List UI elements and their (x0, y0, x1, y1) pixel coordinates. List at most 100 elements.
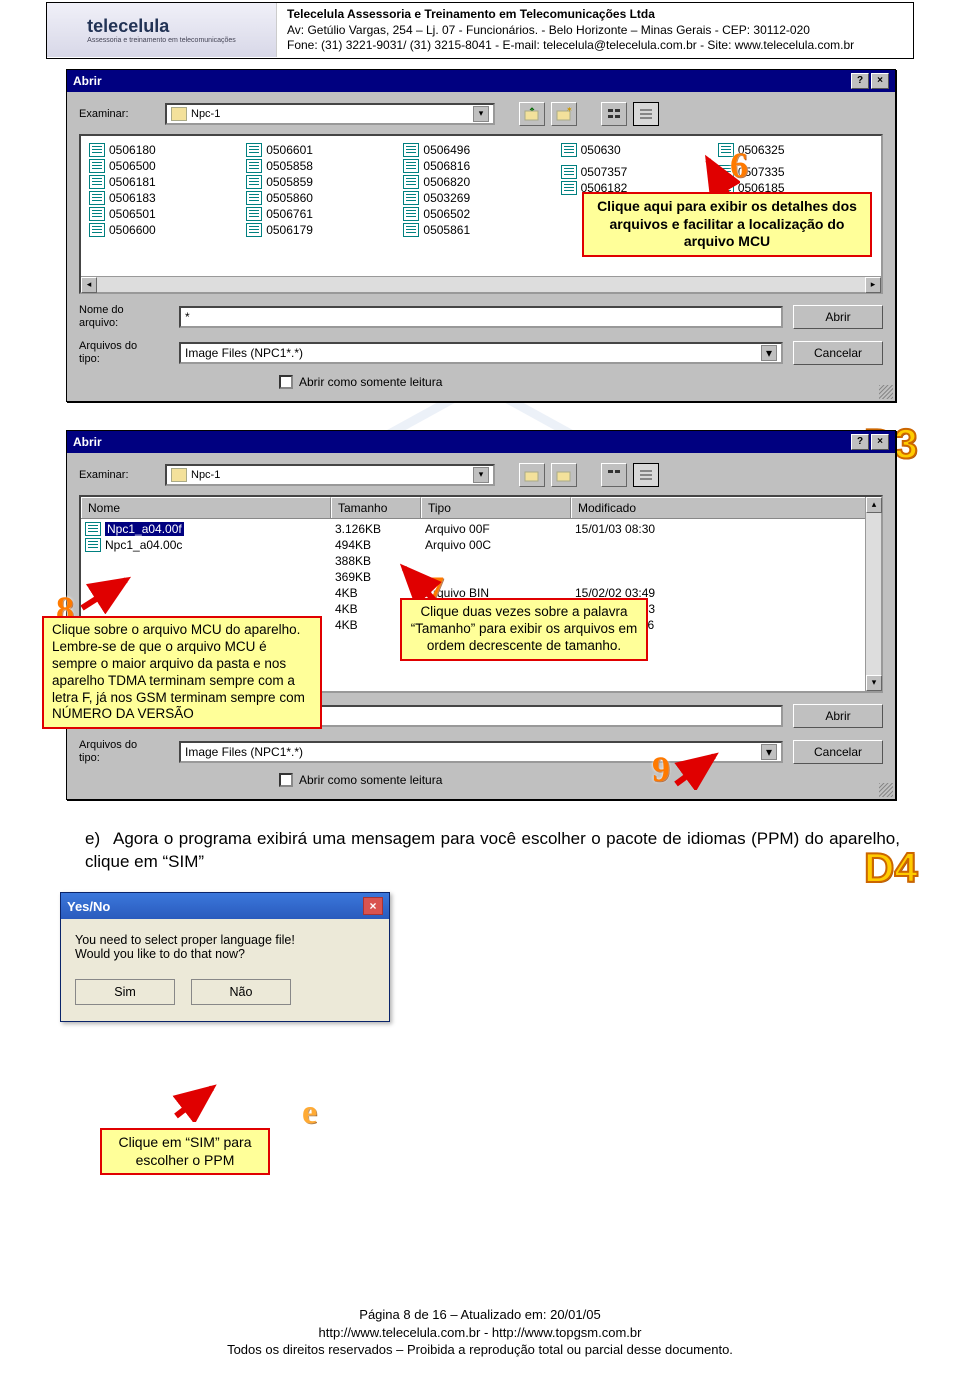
scroll-down[interactable]: ▾ (866, 675, 882, 691)
details-view-button[interactable] (633, 102, 659, 126)
folder-combo[interactable]: Npc-1 ▾ (165, 103, 495, 125)
file-name: 0506179 (266, 223, 313, 237)
scroll-right[interactable]: ▸ (865, 277, 881, 293)
column-headers[interactable]: Nome Tamanho Tipo Modificado (81, 497, 881, 519)
file-icon (89, 191, 105, 205)
file-item[interactable]: 0503269 (403, 190, 558, 206)
file-icon (403, 159, 419, 173)
file-item[interactable]: 0506600 (89, 222, 244, 238)
col-type[interactable]: Tipo (421, 497, 571, 518)
file-icon (403, 175, 419, 189)
list-view-button[interactable] (601, 463, 627, 487)
file-name: 0505860 (266, 191, 313, 205)
file-item[interactable]: 0506496 (403, 142, 558, 158)
folder-icon (171, 107, 187, 121)
table-row[interactable]: Npc1_a04.00c494KBArquivo 00C (85, 537, 877, 553)
file-icon (85, 522, 101, 536)
logo-text: telecelula (87, 16, 169, 36)
file-item[interactable]: 0505858 (246, 158, 401, 174)
up-folder-button[interactable] (519, 102, 545, 126)
file-item[interactable]: 050630 (561, 142, 716, 158)
file-item[interactable]: 0506502 (403, 206, 558, 222)
help-button[interactable]: ? (851, 73, 869, 89)
close-button[interactable]: × (363, 897, 383, 915)
file-name: 0506502 (423, 207, 470, 221)
close-button[interactable]: × (871, 434, 889, 450)
file-item[interactable]: 0506601 (246, 142, 401, 158)
table-row[interactable]: 369KB (85, 569, 877, 585)
scroll-up[interactable]: ▴ (866, 497, 882, 513)
company-contact: Fone: (31) 3221-9031/ (31) 3215-8041 - E… (287, 38, 854, 54)
file-icon (246, 159, 262, 173)
open-button[interactable]: Abrir (793, 305, 883, 329)
file-item[interactable]: 0506501 (89, 206, 244, 222)
new-folder-button[interactable] (551, 463, 577, 487)
file-item[interactable]: 0506761 (246, 206, 401, 222)
close-button[interactable]: × (871, 73, 889, 89)
file-name: 0505861 (423, 223, 470, 237)
details-view-button[interactable] (633, 463, 659, 487)
filetype-combo[interactable]: Image Files (NPC1*.*)▾ (179, 342, 783, 364)
col-size[interactable]: Tamanho (331, 497, 421, 518)
examine-label: Examinar: (79, 108, 159, 120)
cancel-button[interactable]: Cancelar (793, 341, 883, 365)
file-item[interactable]: 0506816 (403, 158, 558, 174)
file-name: 0505858 (266, 159, 313, 173)
chevron-down-icon[interactable]: ▾ (473, 467, 489, 483)
folder-combo[interactable]: Npc-1 ▾ (165, 464, 495, 486)
file-item[interactable]: 0506820 (403, 174, 558, 190)
logo-subtext: Assessoria e treinamento em telecomunica… (87, 37, 236, 44)
file-name: Npc1_a04.00f (105, 522, 184, 536)
filetype-label: Arquivos do tipo: (79, 739, 169, 765)
file-item[interactable]: 0506181 (89, 174, 244, 190)
scroll-left[interactable]: ◂ (81, 277, 97, 293)
file-item[interactable]: 0505861 (403, 222, 558, 238)
up-folder-button[interactable] (519, 463, 545, 487)
table-row[interactable]: 388KB (85, 553, 877, 569)
callout-e: Clique em “SIM” para escolher o PPM (100, 1128, 270, 1175)
titlebar: Abrir ? × (67, 70, 895, 92)
footer-line2: http://www.telecelula.com.br - http://ww… (0, 1324, 960, 1342)
callout-7: Clique duas vezes sobre a palavra “Taman… (400, 598, 648, 661)
chevron-down-icon[interactable]: ▾ (761, 744, 777, 760)
filetype-label: Arquivos do tipo: (79, 340, 169, 366)
file-name: 0503269 (423, 191, 470, 205)
filename-input[interactable]: * (179, 306, 783, 328)
file-icon (403, 143, 419, 157)
readonly-checkbox[interactable] (279, 773, 293, 787)
chevron-down-icon[interactable]: ▾ (473, 106, 489, 122)
file-item[interactable]: 0506179 (246, 222, 401, 238)
file-item[interactable]: 0506180 (89, 142, 244, 158)
file-item[interactable]: 0506183 (89, 190, 244, 206)
file-name: 0506601 (266, 143, 313, 157)
table-row[interactable]: Npc1_a04.00f3.126KBArquivo 00F15/01/03 0… (85, 521, 877, 537)
file-type: Arquivo 00C (425, 538, 575, 552)
list-view-button[interactable] (601, 102, 627, 126)
callout-8: Clique sobre o arquivo MCU do aparelho. … (42, 616, 322, 729)
file-icon (561, 143, 577, 157)
file-name: Npc1_a04.00c (105, 538, 182, 552)
file-item[interactable]: 0506500 (89, 158, 244, 174)
file-item[interactable]: 0507357 (561, 164, 716, 180)
readonly-checkbox[interactable] (279, 375, 293, 389)
file-item[interactable]: 0505859 (246, 174, 401, 190)
help-button[interactable]: ? (851, 434, 869, 450)
callout-6: Clique aqui para exibir os detalhes dos … (582, 192, 872, 257)
filetype-combo[interactable]: Image Files (NPC1*.*)▾ (179, 741, 783, 763)
footer-line1: Página 8 de 16 – Atualizado em: 20/01/05 (0, 1306, 960, 1324)
v-scrollbar[interactable]: ▴ ▾ (865, 497, 881, 691)
h-scrollbar[interactable]: ◂ ▸ (81, 276, 881, 292)
col-name[interactable]: Nome (81, 497, 331, 518)
no-button[interactable]: Não (191, 979, 291, 1005)
resize-grip[interactable] (879, 783, 893, 797)
filename-label: Nome do arquivo: (79, 304, 169, 330)
chevron-down-icon[interactable]: ▾ (761, 345, 777, 361)
file-item[interactable]: 0505860 (246, 190, 401, 206)
cancel-button[interactable]: Cancelar (793, 740, 883, 764)
file-name: 0506820 (423, 175, 470, 189)
col-modified[interactable]: Modificado (571, 497, 881, 518)
new-folder-button[interactable]: ✶ (551, 102, 577, 126)
yes-button[interactable]: Sim (75, 979, 175, 1005)
resize-grip[interactable] (879, 385, 893, 399)
open-button[interactable]: Abrir (793, 704, 883, 728)
